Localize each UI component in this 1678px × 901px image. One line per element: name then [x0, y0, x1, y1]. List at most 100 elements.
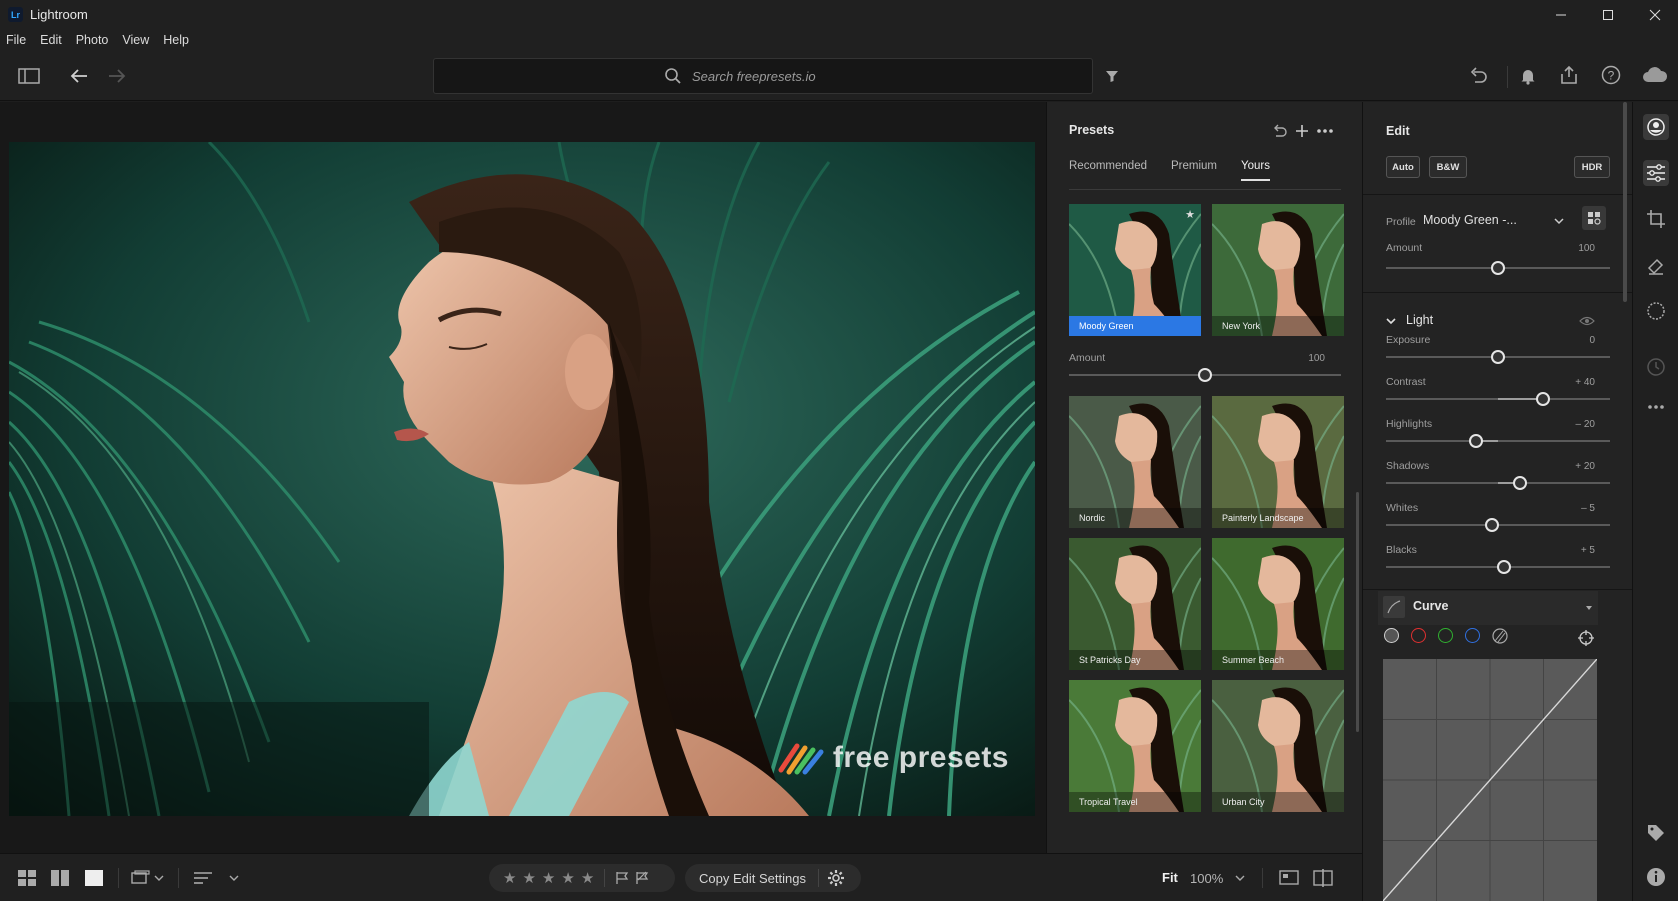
light-slider-shadows[interactable] [1386, 476, 1610, 490]
slideshow-icon[interactable] [130, 868, 166, 888]
auto-button[interactable]: Auto [1386, 156, 1420, 178]
bw-button[interactable]: B&W [1429, 156, 1467, 178]
tab-yours[interactable]: Yours [1241, 160, 1270, 181]
preset-thumbnail[interactable]: Nordic [1069, 396, 1201, 528]
presets-scrollbar[interactable] [1356, 492, 1359, 732]
preset-thumbnail[interactable]: Painterly Landscape [1212, 396, 1344, 528]
preset-thumbnail[interactable]: Summer Beach [1212, 538, 1344, 670]
curve-channel-selector [1384, 628, 1508, 649]
bottom-toolbar: ★ ★ ★ ★ ★ Copy Edit Settings Fit 100% [0, 853, 1362, 901]
light-slider-blacks[interactable] [1386, 560, 1610, 574]
profile-value[interactable]: Moody Green -... [1423, 213, 1517, 227]
main-photo[interactable]: free presets [9, 142, 1035, 816]
edit-sliders-icon[interactable] [1643, 160, 1669, 186]
curve-channel-dot[interactable] [1465, 628, 1480, 643]
search-input[interactable] [692, 68, 862, 84]
curve-dropdown-icon[interactable] [1583, 602, 1595, 614]
zoom-level[interactable]: 100% [1190, 871, 1223, 886]
fit-zoom-button[interactable]: Fit [1162, 870, 1178, 885]
hdr-button[interactable]: HDR [1574, 156, 1610, 178]
reject-flag-icon[interactable] [635, 871, 649, 885]
maximize-button[interactable] [1584, 0, 1631, 29]
curve-channel-dot[interactable] [1438, 628, 1453, 643]
curve-section-header[interactable] [1378, 591, 1598, 625]
reset-presets-icon[interactable] [1271, 122, 1289, 140]
preset-thumbnail[interactable]: Moody Green ★ [1069, 204, 1201, 336]
detail-view-icon[interactable] [83, 868, 105, 888]
healing-brush-icon[interactable] [1643, 252, 1669, 278]
star-icon[interactable]: ★ [522, 869, 535, 887]
light-slider-label: Shadows [1386, 460, 1430, 472]
star-icon[interactable]: ★ [542, 869, 555, 887]
preset-amount-slider[interactable] [1069, 368, 1341, 382]
back-arrow-icon[interactable] [66, 64, 92, 88]
bell-icon[interactable] [1515, 64, 1541, 88]
favorite-star-icon[interactable]: ★ [1185, 208, 1195, 221]
history-icon[interactable] [1643, 354, 1669, 380]
presets-title: Presets [1069, 123, 1115, 137]
menu-edit[interactable]: Edit [40, 33, 62, 47]
watermark-text: free presets [832, 741, 1009, 774]
light-slider-whites[interactable] [1386, 518, 1610, 532]
masking-icon[interactable] [1643, 298, 1669, 324]
light-collapse-icon[interactable] [1383, 313, 1399, 329]
preset-thumbnail[interactable]: Tropical Travel [1069, 680, 1201, 812]
star-icon[interactable]: ★ [561, 869, 574, 887]
presets-tool-icon[interactable] [1643, 114, 1669, 140]
minimize-button[interactable] [1537, 0, 1584, 29]
light-slider-exposure[interactable] [1386, 350, 1610, 364]
menu-photo[interactable]: Photo [76, 33, 109, 47]
star-rating[interactable]: ★ ★ ★ ★ ★ [503, 869, 594, 887]
gear-icon[interactable] [827, 869, 845, 887]
targeted-adjust-icon[interactable] [1577, 629, 1595, 647]
info-icon[interactable] [1643, 864, 1669, 890]
eye-icon[interactable] [1577, 313, 1597, 329]
more-tools-icon[interactable] [1643, 394, 1669, 420]
keywords-tag-icon[interactable] [1643, 820, 1669, 846]
menu-bar: File Edit Photo View Help [0, 29, 1678, 51]
edit-amount-slider[interactable] [1386, 261, 1610, 275]
filter-icon[interactable] [1100, 64, 1124, 88]
profile-browser-icon[interactable] [1582, 206, 1606, 230]
parametric-curve-icon[interactable] [1492, 628, 1508, 649]
compare-view-icon[interactable] [1312, 867, 1334, 889]
menu-file[interactable]: File [6, 33, 26, 47]
curve-channel-dot[interactable] [1384, 628, 1399, 643]
help-icon[interactable]: ? [1598, 63, 1624, 87]
light-slider-contrast[interactable] [1386, 392, 1610, 406]
star-icon[interactable]: ★ [581, 869, 594, 887]
star-icon[interactable]: ★ [503, 869, 516, 887]
grid-view-icon[interactable] [16, 868, 38, 888]
zoom-dropdown-icon[interactable] [1232, 868, 1248, 888]
preset-thumbnail[interactable]: New York [1212, 204, 1344, 336]
more-options-icon[interactable] [1315, 122, 1335, 140]
light-section-title[interactable]: Light [1406, 313, 1433, 327]
preset-thumbnail[interactable]: St Patricks Day [1069, 538, 1201, 670]
light-slider-highlights[interactable] [1386, 434, 1610, 448]
search-box[interactable] [433, 58, 1093, 94]
toggle-panel-icon[interactable] [16, 64, 42, 88]
menu-view[interactable]: View [122, 33, 149, 47]
profile-label: Profile [1386, 216, 1416, 228]
info-overlay-icon[interactable] [1278, 867, 1300, 889]
preset-thumbnail[interactable]: Urban City [1212, 680, 1344, 812]
copy-edit-settings-button[interactable]: Copy Edit Settings [699, 871, 806, 886]
tab-premium[interactable]: Premium [1171, 160, 1217, 181]
forward-arrow-icon[interactable] [104, 64, 130, 88]
crop-icon[interactable] [1643, 206, 1669, 232]
curve-channel-dot[interactable] [1411, 628, 1426, 643]
tone-curve-graph[interactable] [1382, 658, 1598, 901]
cloud-icon[interactable] [1640, 63, 1670, 87]
tab-recommended[interactable]: Recommended [1069, 160, 1147, 181]
square-grid-view-icon[interactable] [49, 868, 71, 888]
close-button[interactable] [1631, 0, 1678, 29]
undo-icon[interactable] [1466, 64, 1492, 88]
preset-thumbnail-label: Painterly Landscape [1212, 508, 1344, 528]
add-preset-icon[interactable] [1293, 122, 1311, 140]
sort-icon[interactable] [192, 868, 242, 888]
edit-scrollbar[interactable] [1623, 102, 1627, 302]
profile-dropdown-icon[interactable] [1551, 213, 1567, 229]
menu-help[interactable]: Help [163, 33, 189, 47]
pick-flag-icon[interactable] [615, 871, 629, 885]
share-icon[interactable] [1556, 63, 1582, 87]
